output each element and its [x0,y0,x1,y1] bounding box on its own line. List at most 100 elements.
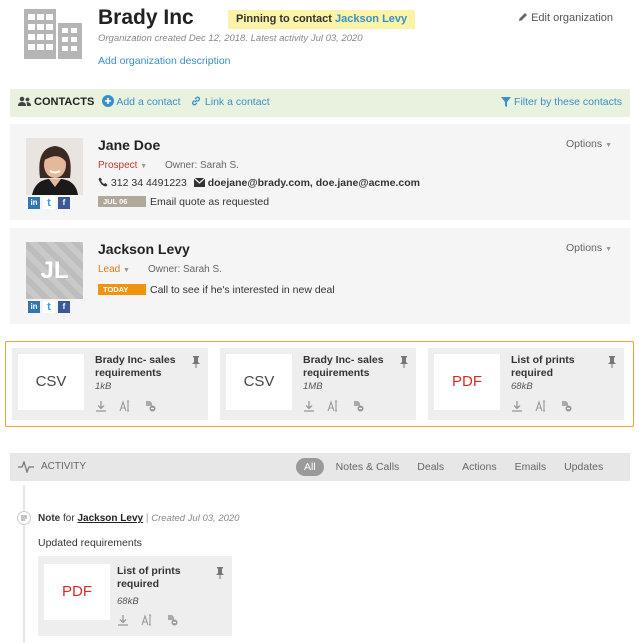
contact-owner: Owner: Sarah S. [165,160,239,171]
file-actions [117,614,187,628]
download-icon[interactable] [95,400,107,412]
activity-item-header: Note for Jackson Levy | Created Jul 03, … [38,513,239,524]
linkedin-icon[interactable]: in [28,301,40,313]
pin-icon[interactable] [400,356,408,368]
caret-down-icon: ▼ [140,163,148,170]
next-task[interactable]: TODAY Call to see if he's interested in n… [98,284,335,296]
unlink-icon[interactable] [144,400,156,412]
facebook-icon[interactable]: f [58,301,70,313]
note-body: Updated requirements [38,537,142,549]
file-actions [303,400,373,414]
add-contact-button[interactable]: Add a contact [102,95,181,108]
building-icon [24,9,82,59]
rename-icon[interactable] [141,614,153,626]
activity-bar: ACTIVITY All Notes & Calls Deals Actions Ema… [10,453,630,481]
tab-deals[interactable]: Deals [417,458,444,476]
file-name[interactable]: List of prints required [511,354,601,380]
options-label: Options [565,242,603,254]
avatar [26,138,83,195]
tab-actions[interactable]: Actions [462,458,496,476]
contact-name[interactable]: Jane Doe [98,137,160,153]
note-icon [17,511,31,525]
activity-created-date: Created Jul 03, 2020 [151,513,240,524]
unlink-icon[interactable] [560,400,572,412]
contact-options-button[interactable]: Options ▼ [566,242,612,254]
social-links: in t f [28,301,73,314]
next-task[interactable]: JUL 06 Email quote as requested [98,196,269,208]
contact-phone[interactable]: 312 34 4491223 [111,177,187,189]
organization-meta: Organization created Dec 12, 2018. Lates… [98,33,363,44]
contact-options-button[interactable]: Options ▼ [566,138,612,150]
edit-organization-label: Edit organization [531,12,614,24]
file-actions [95,400,165,414]
tab-all[interactable]: All [296,458,324,476]
activity-tabs: All Notes & Calls Deals Actions Emails Update… [296,458,621,476]
task-due-badge: JUL 06 [98,196,146,207]
download-icon[interactable] [117,614,129,626]
contact-card-jackson-levy: JL in t f Jackson Levy Lead ▼ Owner: Sarah… [10,228,630,324]
edit-organization-button[interactable]: Edit organization [518,12,613,24]
tab-updates[interactable]: Updates [564,458,603,476]
filter-icon [501,97,512,107]
contact-emails[interactable]: doejane@brady.com, doe.jane@acme.com [208,177,420,189]
pinning-banner: Pinning to contact Jackson Levy [228,10,416,29]
facebook-icon[interactable]: f [58,197,70,209]
pin-icon[interactable] [608,356,616,368]
file-thumbnail[interactable]: CSV [18,354,84,410]
file-actions [511,400,581,414]
download-icon[interactable] [303,400,315,412]
contact-name[interactable]: Jackson Levy [98,241,190,257]
file-card[interactable]: CSV Brady Inc- sales requirements 1kB [12,348,208,420]
timeline-line [23,485,25,643]
activity-separator: | [145,513,149,524]
pinning-contact-link[interactable]: Jackson Levy [335,13,407,25]
file-name[interactable]: List of prints required [117,565,207,591]
rename-icon[interactable] [327,400,339,412]
file-size: 1kB [95,381,112,392]
file-card[interactable]: CSV Brady Inc- sales requirements 1MB [220,348,416,420]
rename-icon[interactable] [535,400,547,412]
contact-type-label: Lead [98,264,121,275]
filter-contacts-button[interactable]: Filter by these contacts [501,96,622,108]
contact-type-dropdown[interactable]: Lead ▼ [98,264,130,275]
twitter-icon[interactable]: t [43,301,55,313]
file-thumbnail[interactable]: CSV [226,354,292,410]
unlink-icon[interactable] [352,400,364,412]
options-label: Options [565,138,603,150]
file-name[interactable]: Brady Inc- sales requirements [95,354,185,380]
note-file-card[interactable]: PDF List of prints required 68kB [38,556,232,636]
tab-notes-calls[interactable]: Notes & Calls [336,458,400,476]
filter-contacts-label: Filter by these contacts [514,96,622,108]
phone-icon [98,177,108,187]
rename-icon[interactable] [119,400,131,412]
add-contact-label: Add a contact [116,96,181,108]
social-links: in t f [28,197,73,210]
activity-contact-link[interactable]: Jackson Levy [77,513,143,524]
caret-down-icon: ▼ [605,246,612,253]
pin-icon[interactable] [216,567,224,579]
caret-down-icon: ▼ [605,142,612,149]
unlink-icon[interactable] [166,614,178,626]
pin-icon[interactable] [192,356,200,368]
file-card[interactable]: PDF List of prints required 68kB [428,348,624,420]
file-thumbnail[interactable]: PDF [434,354,500,410]
tab-emails[interactable]: Emails [515,458,547,476]
link-contact-button[interactable]: Link a contact [190,95,270,108]
contact-type-dropdown[interactable]: Prospect ▼ [98,160,147,171]
file-size: 68kB [117,596,139,607]
pinning-label: Pinning to contact [236,13,335,25]
linkedin-icon[interactable]: in [28,197,40,209]
task-text: Email quote as requested [150,196,270,208]
contact-card-jane-doe: in t f Jane Doe Prospect ▼ Owner: Sarah S.… [10,124,630,220]
file-name[interactable]: Brady Inc- sales requirements [303,354,393,380]
file-thumbnail[interactable]: PDF [44,564,110,620]
plus-circle-icon [102,95,114,107]
file-size: 1MB [303,381,323,392]
pencil-icon [519,13,527,21]
download-icon[interactable] [511,400,523,412]
contacts-bar: CONTACTS Add a contact Link a contact Fi… [10,89,630,117]
activity-title: ACTIVITY [41,461,87,472]
contact-type-label: Prospect [98,160,138,171]
twitter-icon[interactable]: t [43,197,55,209]
add-description-link[interactable]: Add organization description [98,55,231,67]
